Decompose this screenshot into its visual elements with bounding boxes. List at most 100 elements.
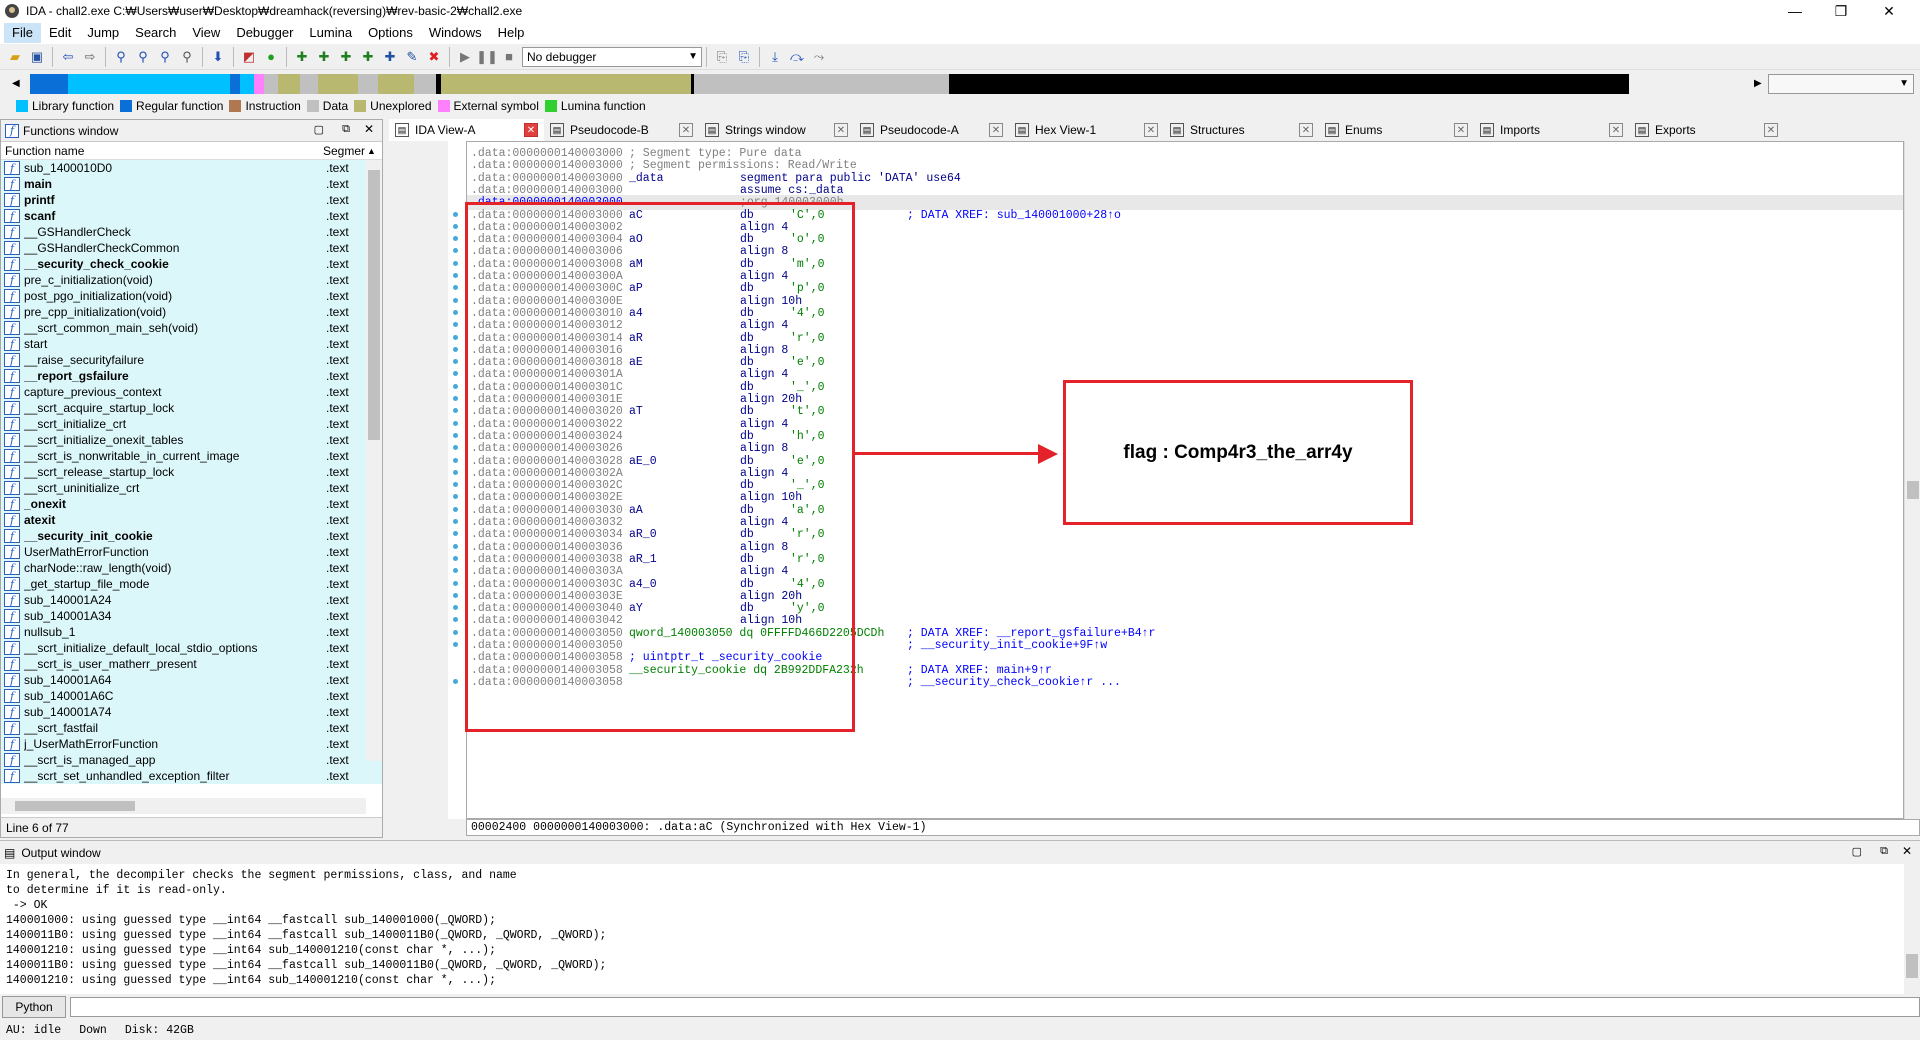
- function-row[interactable]: f UserMathErrorFunction .text: [1, 544, 382, 560]
- menu-search[interactable]: Search: [127, 23, 184, 43]
- binoculars-icon[interactable]: ⚲: [111, 47, 131, 67]
- tab-structures[interactable]: ▤ Structures ✕: [1164, 119, 1319, 141]
- close-tab-icon[interactable]: ✕: [524, 123, 538, 137]
- menu-help[interactable]: Help: [490, 23, 533, 43]
- command-input[interactable]: [70, 997, 1920, 1017]
- tab-pseudocode-a[interactable]: ▤ Pseudocode-A ✕: [854, 119, 1009, 141]
- close-tab-icon[interactable]: ✕: [989, 123, 1003, 137]
- tab-ida-view-a[interactable]: ▤ IDA View-A ✕: [389, 119, 544, 141]
- function-row[interactable]: f printf .text: [1, 192, 382, 208]
- function-row[interactable]: f __scrt_set_unhandled_exception_filter .t…: [1, 768, 382, 784]
- function-row[interactable]: f __scrt_is_nonwritable_in_current_image.…: [1, 448, 382, 464]
- debugger-select[interactable]: No debugger ▼: [522, 46, 702, 67]
- scrollbar-thumb[interactable]: [1907, 481, 1919, 499]
- step-over-icon[interactable]: ⤼: [787, 47, 807, 67]
- restore-panel-icon[interactable]: ▢: [314, 123, 324, 136]
- tab-pseudocode-b[interactable]: ▤ Pseudocode-B ✕: [544, 119, 699, 141]
- nav-left-arrow-icon[interactable]: ◀: [12, 78, 20, 89]
- restore-panel-icon[interactable]: ▢: [1852, 845, 1862, 858]
- close-tab-icon[interactable]: ✕: [679, 123, 693, 137]
- menu-view[interactable]: View: [184, 23, 228, 43]
- function-row[interactable]: f __security_check_cookie .text: [1, 256, 382, 272]
- navigation-combo[interactable]: ▼: [1768, 74, 1914, 94]
- close-tab-icon[interactable]: ✕: [834, 123, 848, 137]
- function-row[interactable]: f sub_1400010D0 .text: [1, 160, 382, 176]
- close-tab-icon[interactable]: ✕: [1454, 123, 1468, 137]
- function-row[interactable]: f charNode::raw_length(void) .text: [1, 560, 382, 576]
- disassembly-scrollbar[interactable]: [1904, 141, 1920, 819]
- menu-lumina[interactable]: Lumina: [301, 23, 360, 43]
- tab-imports[interactable]: ▤ Imports ✕: [1474, 119, 1629, 141]
- maximize-button[interactable]: ❐: [1818, 0, 1864, 22]
- function-row[interactable]: f __raise_securityfailure .text: [1, 352, 382, 368]
- function-row[interactable]: f post_pgo_initialization(void) .text: [1, 288, 382, 304]
- function-row[interactable]: f __scrt_common_main_seh(void) .text: [1, 320, 382, 336]
- output-scrollbar[interactable]: [1904, 864, 1920, 994]
- function-row[interactable]: f start .text: [1, 336, 382, 352]
- green-circle-icon[interactable]: ●: [261, 47, 281, 67]
- function-row[interactable]: f __GSHandlerCheckCommon .text: [1, 240, 382, 256]
- forward-arrow-icon[interactable]: ⇨: [80, 47, 100, 67]
- function-row[interactable]: f __GSHandlerCheck .text: [1, 224, 382, 240]
- menu-options[interactable]: Options: [360, 23, 421, 43]
- column-function-name[interactable]: Function name: [1, 144, 323, 158]
- function-row[interactable]: f _onexit .text: [1, 496, 382, 512]
- function-row[interactable]: f __security_init_cookie .text: [1, 528, 382, 544]
- function-row[interactable]: f __scrt_initialize_default_local_stdio_o…: [1, 640, 382, 656]
- function-row[interactable]: f __scrt_release_startup_lock .text: [1, 464, 382, 480]
- back-arrow-icon[interactable]: ⇦: [58, 47, 78, 67]
- output-window-body[interactable]: In general, the decompiler checks the se…: [0, 864, 1904, 994]
- hscrollbar-thumb[interactable]: [15, 801, 135, 811]
- function-row[interactable]: f atexit .text: [1, 512, 382, 528]
- function-row[interactable]: f __scrt_fastfail .text: [1, 720, 382, 736]
- step-into-icon[interactable]: ⤓: [765, 47, 785, 67]
- scrollbar-thumb[interactable]: [1906, 954, 1918, 978]
- add-struct-icon[interactable]: ✚: [314, 47, 334, 67]
- play-icon[interactable]: ▶: [455, 47, 475, 67]
- delete-icon[interactable]: ✖: [424, 47, 444, 67]
- function-row[interactable]: f main .text: [1, 176, 382, 192]
- float-panel-icon[interactable]: ⧉: [342, 123, 350, 136]
- function-row[interactable]: f capture_previous_context .text: [1, 384, 382, 400]
- scroll-up-icon[interactable]: ▲: [367, 146, 376, 156]
- menu-jump[interactable]: Jump: [79, 23, 127, 43]
- save-icon[interactable]: ▣: [27, 47, 47, 67]
- graph-icon[interactable]: ◩: [239, 47, 259, 67]
- function-row[interactable]: f sub_140001A74 .text: [1, 704, 382, 720]
- tab-hex-view-1[interactable]: ▤ Hex View-1 ✕: [1009, 119, 1164, 141]
- close-tab-icon[interactable]: ✕: [1299, 123, 1313, 137]
- close-tab-icon[interactable]: ✕: [1609, 123, 1623, 137]
- functions-scrollbar[interactable]: [366, 160, 382, 761]
- search-next-icon[interactable]: ⚲: [177, 47, 197, 67]
- tab-exports[interactable]: ▤ Exports ✕: [1629, 119, 1784, 141]
- nav-right-arrow-icon[interactable]: ▶: [1754, 78, 1762, 89]
- add-function-icon[interactable]: ✚: [292, 47, 312, 67]
- search-text-icon[interactable]: ⚲: [133, 47, 153, 67]
- close-tab-icon[interactable]: ✕: [1144, 123, 1158, 137]
- menu-file[interactable]: File: [4, 23, 41, 43]
- tab-strings-window[interactable]: ▤ Strings window ✕: [699, 119, 854, 141]
- function-row[interactable]: f __scrt_initialize_onexit_tables .text: [1, 432, 382, 448]
- function-row[interactable]: f __scrt_is_managed_app .text: [1, 752, 382, 768]
- menu-windows[interactable]: Windows: [421, 23, 490, 43]
- open-folder-icon[interactable]: ▰: [5, 47, 25, 67]
- python-button[interactable]: Python: [2, 996, 66, 1018]
- add-enum-icon[interactable]: ✚: [336, 47, 356, 67]
- attach-icon[interactable]: ⎘: [712, 47, 732, 67]
- function-row[interactable]: f __scrt_uninitialize_crt .text: [1, 480, 382, 496]
- scrollbar-thumb[interactable]: [368, 170, 380, 440]
- stop-icon[interactable]: ■: [499, 47, 519, 67]
- function-row[interactable]: f sub_140001A6C .text: [1, 688, 382, 704]
- close-button[interactable]: ✕: [1866, 0, 1912, 22]
- down-arrow-icon[interactable]: ⬇: [208, 47, 228, 67]
- edit-icon[interactable]: ✎: [402, 47, 422, 67]
- detach-icon[interactable]: ⎘: [734, 47, 754, 67]
- function-row[interactable]: f pre_c_initialization(void) .text: [1, 272, 382, 288]
- close-panel-icon[interactable]: ✕: [364, 122, 374, 136]
- tab-enums[interactable]: ▤ Enums ✕: [1319, 119, 1474, 141]
- function-row[interactable]: f j_UserMathErrorFunction .text: [1, 736, 382, 752]
- breakpoint-icon[interactable]: ✚: [358, 47, 378, 67]
- function-row[interactable]: f _get_startup_file_mode .text: [1, 576, 382, 592]
- function-row[interactable]: f sub_140001A24 .text: [1, 592, 382, 608]
- function-row[interactable]: f __scrt_is_user_matherr_present .text: [1, 656, 382, 672]
